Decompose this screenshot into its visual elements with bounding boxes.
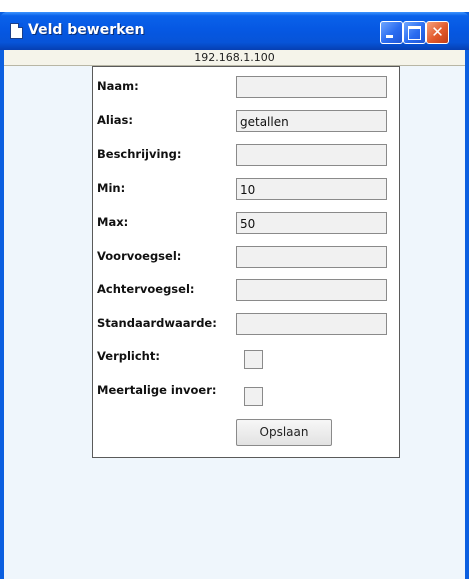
multilingual-checkbox[interactable] [244,387,263,406]
max-input[interactable]: 50 [236,212,387,234]
min-label: Min: [97,181,126,195]
title-bar[interactable]: Veld bewerken ✕ [0,12,469,50]
address-bar: 192.168.1.100 [4,50,465,66]
prefix-input[interactable] [236,246,387,268]
description-label: Beschrijving: [97,147,182,161]
description-input[interactable] [236,144,387,166]
edit-field-form: Naam: Alias: getallen Beschrijving: Min:… [92,66,400,458]
name-label: Naam: [97,79,139,93]
window-title: Veld bewerken [28,22,145,38]
alias-label: Alias: [97,113,133,127]
minimize-icon [386,35,393,38]
minimize-button[interactable] [380,21,403,44]
name-input[interactable] [236,76,387,98]
required-checkbox[interactable] [244,350,263,369]
window-content: 192.168.1.100 Naam: Alias: getallen Besc… [4,50,465,579]
default-value-label: Standaardwaarde: [97,316,217,330]
close-icon: ✕ [431,23,444,41]
default-value-input[interactable] [236,313,387,335]
close-button[interactable]: ✕ [426,21,449,44]
document-icon [10,23,23,39]
maximize-icon [408,26,421,40]
min-input[interactable]: 10 [236,178,387,200]
suffix-input[interactable] [236,279,387,301]
prefix-label: Voorvoegsel: [97,249,182,263]
multilingual-label: Meertalige invoer: [97,383,217,397]
alias-input[interactable]: getallen [236,110,387,132]
max-label: Max: [97,215,129,229]
save-button[interactable]: Opslaan [236,419,332,446]
maximize-button[interactable] [403,21,426,44]
popup-window: Veld bewerken ✕ 192.168.1.100 Naam: Alia… [0,12,469,579]
required-label: Verplicht: [97,349,160,363]
suffix-label: Achtervoegsel: [97,282,195,296]
